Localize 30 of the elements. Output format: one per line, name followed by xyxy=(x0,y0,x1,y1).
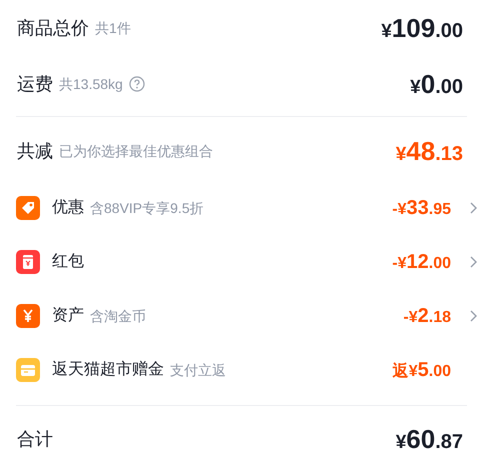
row-note: 已为你选择最佳优惠组合 xyxy=(59,142,213,160)
help-icon[interactable] xyxy=(128,76,145,92)
price: ¥48.13 xyxy=(396,134,463,168)
chevron-icon[interactable] xyxy=(470,256,477,268)
price: -¥12.00 xyxy=(392,250,451,275)
tag-icon xyxy=(16,196,40,220)
price: ¥60.87 xyxy=(396,422,463,456)
item-label: 资产 xyxy=(52,306,84,326)
price: ¥109.00 xyxy=(381,12,463,44)
item-note: 含88VIP专享9.5折 xyxy=(90,198,204,218)
item-label: 返天猫超市赠金 xyxy=(52,360,164,380)
price: ¥0.00 xyxy=(410,68,463,100)
item-note: 含淘金币 xyxy=(90,306,146,326)
card-icon xyxy=(16,358,40,382)
price: 返¥5.00 xyxy=(392,358,451,383)
item-label: 优惠 xyxy=(52,198,84,218)
item-label: 红包 xyxy=(52,252,84,272)
row-note: 共13.58kg xyxy=(59,74,123,94)
price: -¥2.18 xyxy=(403,304,451,329)
chevron-icon[interactable] xyxy=(470,202,477,214)
row-label: 运费 xyxy=(17,72,53,96)
price: -¥33.95 xyxy=(392,196,451,221)
row-label: 商品总价 xyxy=(17,16,89,40)
envelope-icon xyxy=(16,250,40,274)
row-note: 共1件 xyxy=(95,18,131,38)
row-label: 共减 xyxy=(17,140,53,162)
total-label: 合计 xyxy=(17,428,53,450)
chevron-icon[interactable] xyxy=(470,310,477,322)
yen-icon xyxy=(16,304,40,328)
item-note: 支付立返 xyxy=(170,360,226,380)
